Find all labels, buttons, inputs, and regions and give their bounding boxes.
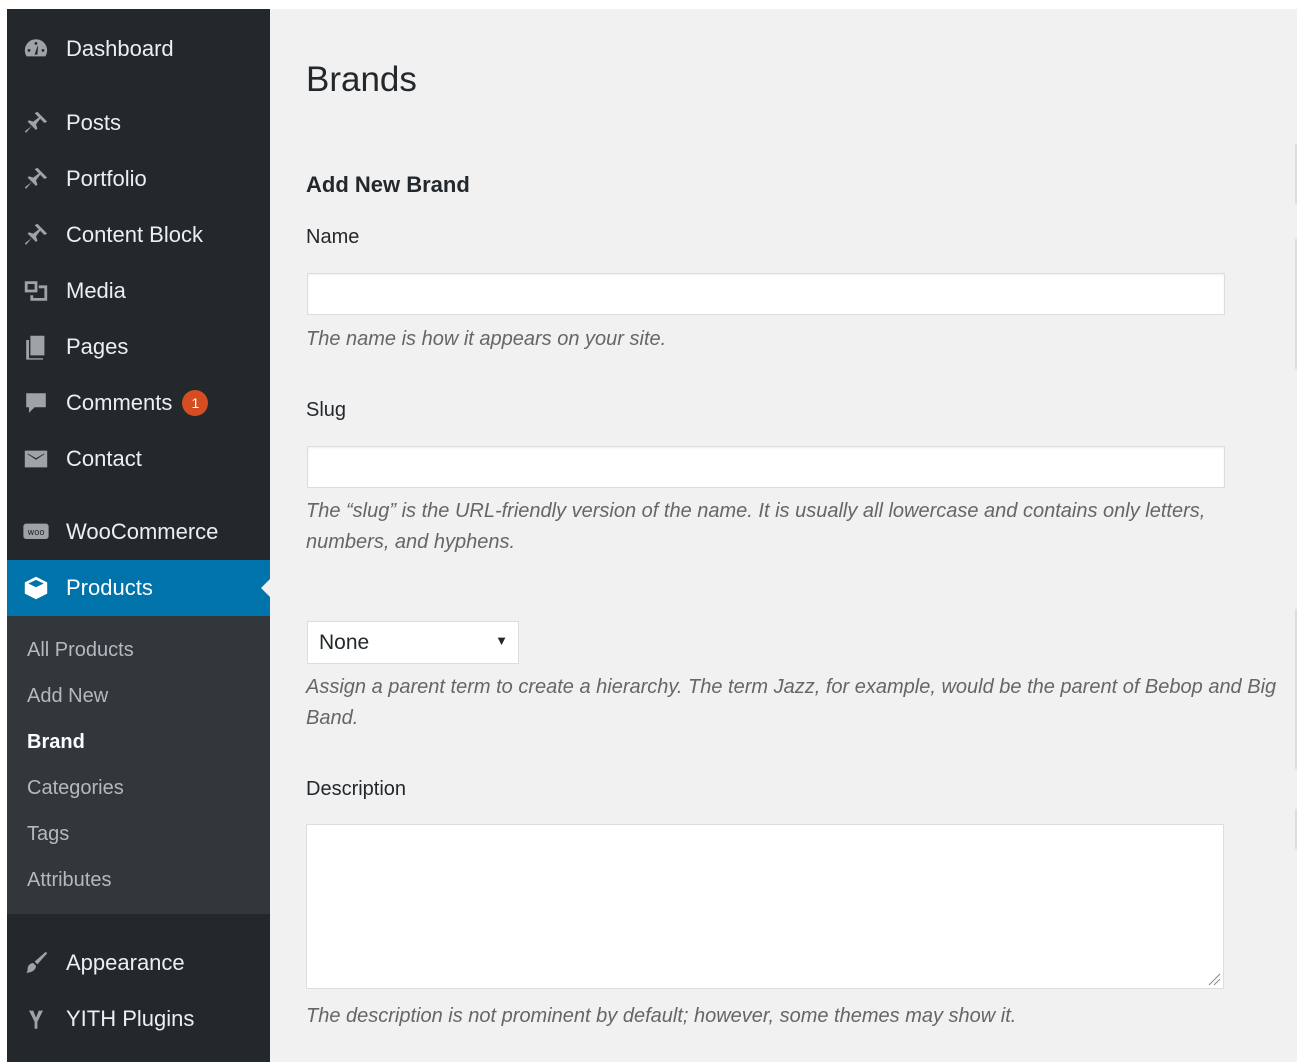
submenu-item-brand[interactable]: Brand [27, 731, 85, 754]
name-hint: The name is how it appears on your site. [306, 328, 667, 350]
menu-item-appearance[interactable]: Appearance [7, 939, 270, 987]
menu-label: Contact [66, 446, 142, 471]
menu-item-contact[interactable]: Contact [7, 435, 270, 483]
pin-icon [20, 219, 52, 251]
submenu-item-categories[interactable]: Categories [27, 777, 124, 800]
admin-sidebar: Dashboard Posts Portfolio Content Block … [7, 9, 270, 1062]
parent-hint: Assign a parent term to create a hierarc… [306, 676, 1277, 729]
menu-label: YITH Plugins [66, 1006, 195, 1031]
page-title: Brands [306, 60, 417, 100]
name-label: Name [306, 226, 360, 248]
current-menu-arrow [261, 579, 270, 597]
menu-item-content-block[interactable]: Content Block [7, 211, 270, 259]
main-content: Brands Add New Brand Name The name is ho… [270, 9, 1297, 1062]
media-icon [20, 275, 52, 307]
comment-count-badge: 1 [182, 390, 209, 416]
menu-item-yith-plugins[interactable]: YITH Plugins [7, 995, 270, 1043]
menu-item-portfolio[interactable]: Portfolio [7, 155, 270, 203]
dashboard-icon [20, 33, 52, 65]
name-input[interactable] [307, 273, 1225, 315]
pin-icon [20, 107, 52, 139]
menu-label: Appearance [66, 950, 185, 975]
menu-label: Content Block [66, 222, 203, 247]
woo-icon: woo [20, 516, 52, 548]
description-label: Description [306, 778, 407, 800]
description-hint: The description is not prominent by defa… [306, 1005, 1017, 1027]
submenu-item-add-new[interactable]: Add New [27, 685, 108, 708]
submenu-item-all-products[interactable]: All Products [27, 639, 134, 662]
submenu-item-tags[interactable]: Tags [27, 823, 69, 846]
menu-label: Products [66, 575, 153, 600]
menu-item-posts[interactable]: Posts [7, 99, 270, 147]
menu-item-products[interactable]: Products [7, 560, 270, 616]
submenu-item-attributes[interactable]: Attributes [27, 869, 111, 892]
menu-item-dashboard[interactable]: Dashboard [7, 25, 270, 73]
description-textarea[interactable] [306, 824, 1224, 989]
menu-label: Portfolio [66, 166, 147, 191]
svg-text:woo: woo [27, 527, 44, 537]
pin-icon [20, 163, 52, 195]
menu-item-woocommerce[interactable]: woo WooCommerce [7, 508, 270, 556]
menu-label: Comments [66, 390, 173, 415]
caret-down-icon: ▼ [495, 633, 508, 648]
form-title: Add New Brand [306, 172, 470, 198]
envelope-icon [20, 443, 52, 475]
menu-label: WooCommerce [66, 519, 219, 544]
slug-input[interactable] [307, 446, 1225, 488]
resize-handle-icon[interactable] [1207, 972, 1221, 986]
menu-item-comments[interactable]: Comments 1 [7, 379, 270, 427]
products-submenu: All Products Add New Brand Categories Ta… [7, 616, 270, 914]
pages-icon [20, 331, 52, 363]
menu-item-media[interactable]: Media [7, 267, 270, 315]
slug-hint: The “slug” is the URL-friendly version o… [306, 500, 1206, 553]
menu-item-pages[interactable]: Pages [7, 323, 270, 371]
brush-icon [20, 947, 52, 979]
menu-label: Dashboard [66, 36, 174, 61]
menu-label: Pages [66, 334, 129, 359]
slug-label: Slug [306, 399, 347, 421]
parent-select-value: None [319, 630, 370, 654]
menu-label: Media [66, 278, 126, 303]
menu-label: Posts [66, 110, 122, 135]
parent-select[interactable]: None ▼ [307, 621, 519, 664]
comment-icon [20, 387, 52, 419]
yith-icon [20, 1003, 52, 1035]
box-icon [20, 572, 52, 604]
